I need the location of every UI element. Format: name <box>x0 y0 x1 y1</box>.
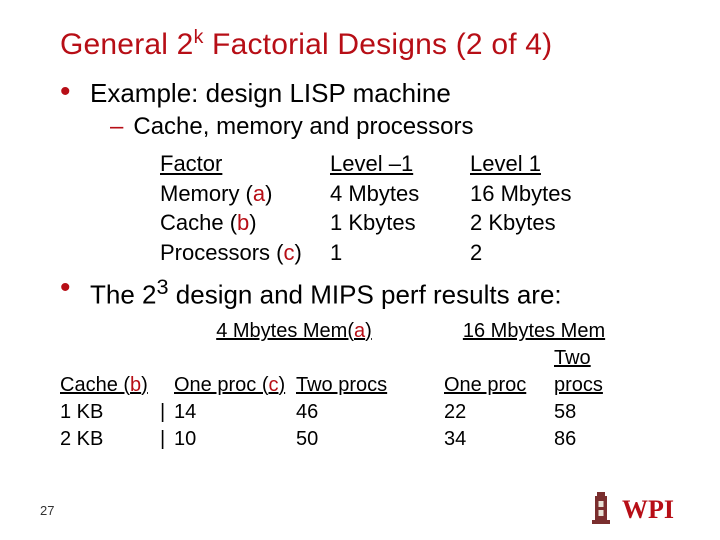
results-group-header: 4 Mbytes Mem(a) 16 Mbytes Mem <box>60 318 680 345</box>
subbullet-1-text: Cache, memory and processors <box>133 113 473 140</box>
factor-hi: 16 Mbytes <box>470 179 610 209</box>
subbullet-1: –Cache, memory and processors <box>110 113 680 141</box>
title-post: Factorial Designs (2 of 4) <box>204 28 553 61</box>
svg-text:WPI: WPI <box>622 495 674 524</box>
bullet-2-text: The 23 design and MIPS perf results are: <box>90 274 562 311</box>
factor-row-processors: Processors (c) 1 2 <box>160 238 680 268</box>
results-val: 50 <box>296 426 414 453</box>
factor-table: Factor Level –1 Level 1 Memory (a) 4 Mby… <box>160 149 680 268</box>
results-val: 86 <box>554 426 644 453</box>
bullet-1-text: Example: design LISP machine <box>90 78 451 109</box>
title-pre: General 2 <box>60 28 194 61</box>
factor-hi: 2 Kbytes <box>470 208 610 238</box>
results-group-16mb: 16 Mbytes Mem <box>444 318 624 345</box>
results-col-2proc-b: Two procs <box>554 345 644 399</box>
title-sup: k <box>194 26 204 48</box>
factor-row-memory: Memory (a) 4 Mbytes 16 Mbytes <box>160 179 680 209</box>
results-val: 34 <box>444 426 554 453</box>
results-cache: 1 KB <box>60 399 160 426</box>
subbullet-dash-icon: – <box>110 113 123 140</box>
results-col-1proc: One proc (c) <box>174 372 296 399</box>
results-table: 4 Mbytes Mem(a) 16 Mbytes Mem Cache (b) … <box>60 318 680 453</box>
page-number: 27 <box>40 503 54 518</box>
factor-table-header: Factor Level –1 Level 1 <box>160 149 680 179</box>
factor-lo: 1 Kbytes <box>330 208 470 238</box>
results-val: 58 <box>554 399 644 426</box>
results-row-2kb: 2 KB | 10 50 34 86 <box>60 426 680 453</box>
wpi-text-icon: WPI <box>622 494 684 524</box>
slide-title: General 2k Factorial Designs (2 of 4) <box>60 26 680 62</box>
factor-col-level-hi: Level 1 <box>470 149 610 179</box>
tower-icon <box>586 492 616 526</box>
results-val: 22 <box>444 399 554 426</box>
factor-hi: 2 <box>470 238 610 268</box>
bullet-dot-icon: • <box>60 274 90 301</box>
results-col-header: Cache (b) One proc (c) Two procs One pro… <box>60 345 680 399</box>
slide: General 2k Factorial Designs (2 of 4) • … <box>0 0 720 540</box>
factor-name: Processors (c) <box>160 238 330 268</box>
bullet-1: • Example: design LISP machine <box>60 78 680 109</box>
bullet-dot-icon: • <box>60 78 90 105</box>
factor-lo: 4 Mbytes <box>330 179 470 209</box>
factor-lo: 1 <box>330 238 470 268</box>
results-col-2proc: Two procs <box>296 372 414 399</box>
wpi-logo: WPI <box>586 492 684 526</box>
factor-name: Cache (b) <box>160 208 330 238</box>
factor-col-factor: Factor <box>160 149 330 179</box>
results-val: 10 <box>174 426 296 453</box>
separator-icon: | <box>160 399 174 426</box>
factor-row-cache: Cache (b) 1 Kbytes 2 Kbytes <box>160 208 680 238</box>
results-col-1proc-b: One proc <box>444 372 554 399</box>
results-cache-header: Cache (b) <box>60 372 160 399</box>
bullet-2: • The 23 design and MIPS perf results ar… <box>60 274 680 311</box>
factor-col-level-lo: Level –1 <box>330 149 470 179</box>
results-cache: 2 KB <box>60 426 160 453</box>
results-val: 14 <box>174 399 296 426</box>
factor-name: Memory (a) <box>160 179 330 209</box>
results-val: 46 <box>296 399 414 426</box>
results-row-1kb: 1 KB | 14 46 22 58 <box>60 399 680 426</box>
results-group-4mb: 4 Mbytes Mem(a) <box>174 318 414 345</box>
separator-icon: | <box>160 426 174 453</box>
